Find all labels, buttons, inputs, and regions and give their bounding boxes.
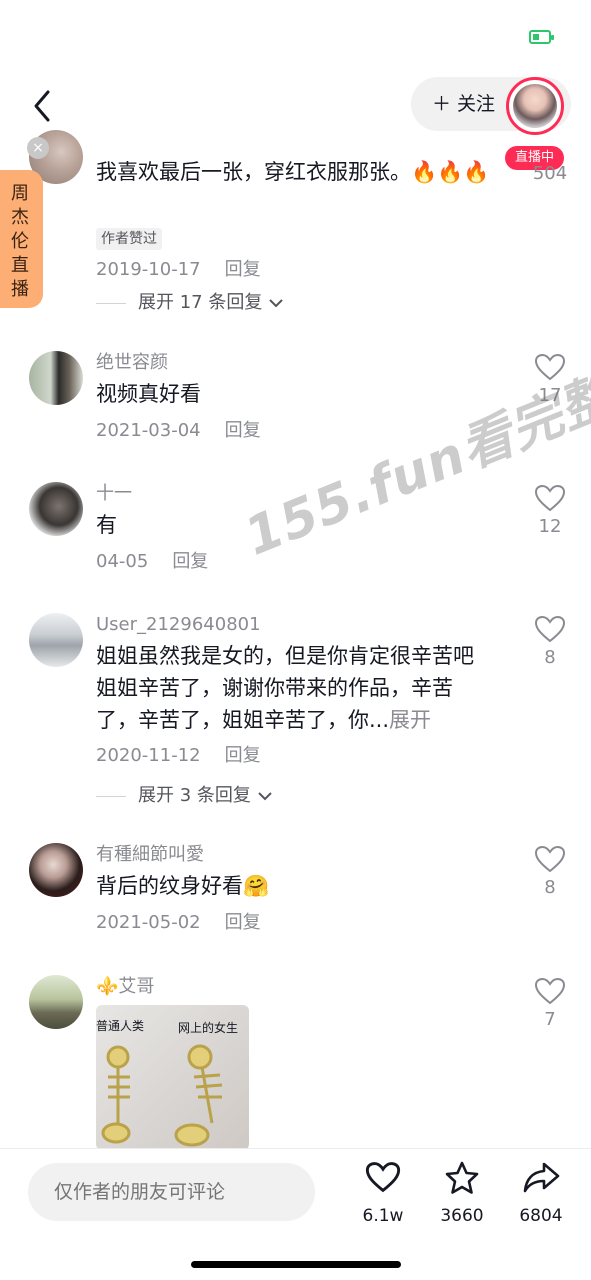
comment-text: 我喜欢最后一张，穿红衣服那张。🔥🔥🔥 bbox=[96, 160, 490, 184]
favorite-total: 3660 bbox=[440, 1206, 484, 1226]
comment-text: 视频真好看 bbox=[96, 382, 201, 406]
reply-button[interactable]: 回复 bbox=[225, 912, 261, 933]
share-action[interactable]: 6804 bbox=[506, 1160, 576, 1230]
comment-meta: 2019-10-17 回复 bbox=[96, 258, 261, 282]
chevron-down-icon bbox=[269, 299, 284, 308]
expand-replies-label: 展开 3 条回复 bbox=[138, 785, 251, 806]
comment-image[interactable]: 普通人类 网上的女生 bbox=[96, 1005, 249, 1150]
like-count: 8 bbox=[544, 647, 556, 668]
comment-avatar[interactable] bbox=[29, 613, 83, 667]
follow-button-label[interactable]: ＋ 关注 bbox=[432, 91, 495, 117]
comment-meta: 2021-03-04 回复 bbox=[96, 419, 261, 443]
chevron-left-icon bbox=[34, 90, 50, 122]
comment-username[interactable]: 有種細節叫愛 bbox=[96, 843, 204, 867]
comment-avatar[interactable] bbox=[29, 351, 83, 405]
share-icon bbox=[523, 1162, 560, 1193]
author-liked-tag: 作者赞过 bbox=[96, 228, 162, 250]
comment-date: 2020-11-12 bbox=[96, 745, 201, 766]
comment-meta: 2020-11-12 回复 bbox=[96, 744, 261, 768]
comment-avatar[interactable] bbox=[29, 482, 83, 536]
expand-replies-button[interactable]: 展开 17 条回复 bbox=[96, 291, 284, 315]
expand-replies-button[interactable]: 展开 3 条回复 bbox=[96, 784, 273, 808]
heart-icon[interactable] bbox=[533, 483, 567, 513]
like-total: 6.1w bbox=[362, 1206, 404, 1226]
comment-text: 背后的纹身好看🤗 bbox=[96, 874, 270, 898]
comment-text: 姐姐虽然我是女的，但是你肯定很辛苦吧姐姐辛苦了，谢谢你带来的作品，辛苦了，辛苦了… bbox=[96, 640, 491, 736]
like-count: 504 bbox=[532, 163, 568, 184]
divider-line bbox=[96, 795, 126, 797]
comment-username[interactable]: 绝世容颜 bbox=[96, 351, 168, 375]
like-count: 12 bbox=[538, 516, 562, 537]
comment-date: 2021-03-04 bbox=[96, 420, 201, 441]
author-avatar[interactable] bbox=[506, 77, 564, 135]
home-indicator bbox=[191, 1261, 401, 1268]
comment-input[interactable] bbox=[28, 1163, 315, 1221]
comment-username[interactable]: 十一 bbox=[96, 482, 132, 506]
live-side-tab-label: 周杰伦直播 bbox=[11, 183, 29, 300]
reply-button[interactable]: 回复 bbox=[225, 259, 261, 280]
expand-text-button[interactable]: 展开 bbox=[389, 708, 431, 732]
battery-icon bbox=[529, 30, 554, 44]
comment-username[interactable]: User_2129640801 bbox=[96, 613, 261, 637]
live-side-tab[interactable]: 周杰伦直播 bbox=[0, 170, 43, 308]
reply-button[interactable]: 回复 bbox=[172, 551, 208, 572]
heart-icon[interactable] bbox=[533, 614, 567, 644]
favorite-action[interactable]: 3660 bbox=[427, 1160, 497, 1230]
star-icon bbox=[445, 1161, 479, 1194]
heart-icon bbox=[365, 1162, 401, 1193]
divider-line bbox=[96, 302, 126, 304]
share-total: 6804 bbox=[519, 1206, 563, 1226]
status-bar bbox=[0, 0, 591, 70]
comment-avatar[interactable] bbox=[29, 975, 83, 1029]
expand-replies-label: 展开 17 条回复 bbox=[138, 292, 263, 313]
like-action[interactable]: 6.1w bbox=[348, 1160, 418, 1230]
chevron-down-icon bbox=[258, 792, 272, 801]
heart-icon[interactable] bbox=[533, 844, 567, 874]
comment-date: 04-05 bbox=[96, 551, 149, 572]
close-icon[interactable]: × bbox=[27, 137, 49, 159]
skeleton-illustration bbox=[101, 1044, 223, 1147]
like-count: 7 bbox=[544, 1009, 556, 1030]
comment-meta: 04-05 回复 bbox=[96, 550, 208, 574]
comment-username[interactable]: ⚜️艾哥 bbox=[96, 975, 154, 999]
comment-date: 2019-10-17 bbox=[96, 259, 201, 280]
like-count: 8 bbox=[544, 877, 556, 898]
back-button[interactable] bbox=[22, 84, 66, 128]
reply-button[interactable]: 回复 bbox=[225, 745, 261, 766]
heart-icon[interactable] bbox=[533, 976, 567, 1006]
comment-date: 2021-05-02 bbox=[96, 912, 201, 933]
comment-avatar[interactable] bbox=[29, 843, 83, 897]
comment-text: 有 bbox=[96, 513, 117, 537]
comment-meta: 2021-05-02 回复 bbox=[96, 911, 261, 935]
reply-button[interactable]: 回复 bbox=[225, 420, 261, 441]
